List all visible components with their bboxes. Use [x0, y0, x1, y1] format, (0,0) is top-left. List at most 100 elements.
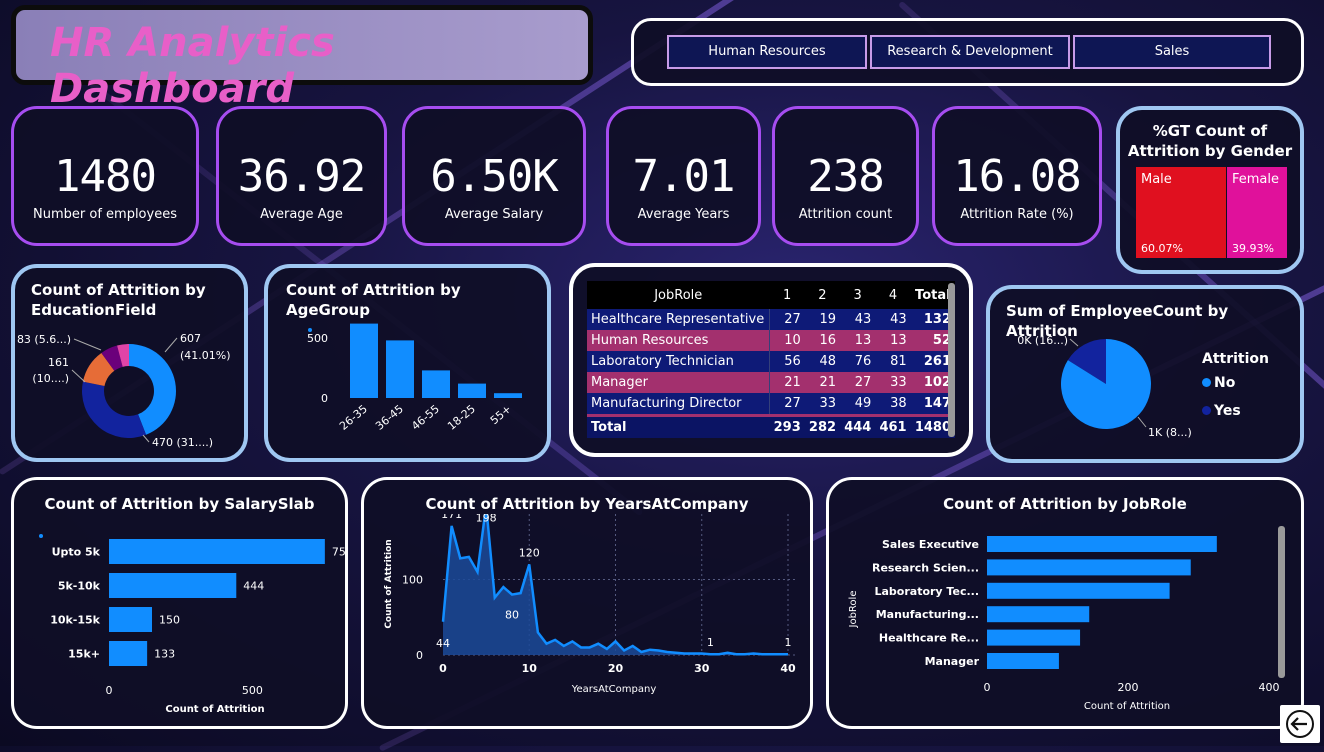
data-label: 120	[519, 546, 540, 559]
yearsatcompany-card: Count of Attrition by YearsAtCompany 0 10…	[361, 477, 813, 729]
y-tick-label: Research Scien...	[872, 561, 979, 574]
kpi-average-years: 7.01 Average Years	[606, 106, 761, 246]
salaryslab-card: Count of Attrition by SalarySlab 753 Upto…	[11, 477, 348, 729]
x-tick-label: 55+	[488, 402, 514, 427]
table-row[interactable]: Manager 21 21 27 33 102	[587, 372, 955, 393]
table-cell: 38	[890, 396, 907, 411]
legend-item-no[interactable]: No	[1202, 375, 1235, 391]
table-cell: 19	[819, 312, 837, 327]
gender-chart-title-line1: %GT Count of	[1152, 122, 1268, 140]
table-header[interactable]: 2	[805, 281, 840, 309]
table-cell: 13	[890, 333, 907, 348]
slice-label: 83 (5.6...)	[17, 333, 71, 346]
table-row[interactable]: Healthcare Representative 27 19 43 43 13…	[587, 309, 955, 330]
male-label: Male	[1141, 172, 1172, 187]
table-header[interactable]: 4	[875, 281, 910, 309]
data-label: 444	[243, 580, 264, 593]
department-slicer: Human Resources Research & Development S…	[631, 18, 1304, 86]
table-cell: 48	[819, 354, 837, 369]
bar	[350, 323, 378, 398]
table-cell: 33	[819, 396, 837, 411]
jobrole-table-card: JobRole 1 2 3 4 Total Healthcare Represe…	[569, 263, 973, 457]
table-row[interactable]: Human Resources 10 16 13 13 52	[587, 330, 955, 351]
y-tick-label: 15k+	[68, 648, 100, 661]
slicer-sales[interactable]: Sales	[1073, 35, 1271, 69]
kpi-attrition-rate: 16.08 Attrition Rate (%)	[932, 106, 1102, 246]
table-cell: 10	[768, 330, 805, 351]
kpi-average-salary: 6.50K Average Salary	[402, 106, 586, 246]
slice-label: (10....)	[32, 372, 69, 385]
years-area-chart: 0100200010203040441711988012011Count of …	[384, 514, 798, 695]
x-tick-label: 0	[106, 684, 113, 697]
bar	[494, 393, 522, 398]
leader-line	[1069, 338, 1079, 347]
leader-line	[142, 434, 150, 443]
x-tick-label: 26-35	[337, 402, 370, 433]
kpi-label: Number of employees	[33, 207, 177, 222]
table-cell: 27	[854, 375, 872, 390]
table-row[interactable]: Manufacturing Director 27 33 49 38 147	[587, 393, 955, 416]
salaryslab-chart-title: Count of Attrition by SalarySlab	[44, 495, 315, 513]
legend-label: No	[1214, 375, 1236, 391]
table-header[interactable]: 1	[769, 281, 804, 309]
legend-marker	[1202, 406, 1211, 415]
legend-item-yes[interactable]: Yes	[1202, 403, 1241, 419]
data-label: 1	[707, 636, 714, 649]
bar	[386, 340, 414, 398]
x-tick-label: 36-45	[373, 402, 406, 433]
gender-male-tile[interactable]: Male 60.07%	[1136, 167, 1226, 258]
table-cell: 76	[854, 354, 872, 369]
table-scrollbar[interactable]	[948, 283, 955, 437]
gender-female-tile[interactable]: Female 39.93%	[1227, 167, 1287, 258]
title-banner: HR Analytics Dashboard	[11, 5, 593, 112]
series-dot	[39, 534, 43, 538]
female-percent: 39.93%	[1232, 242, 1274, 255]
salaryslab-bar-chart: 753 Upto 5k 444 5k-10k 150 10k-15k 133 15k+ 0 500…	[39, 534, 345, 715]
legend-title: Attrition	[1202, 351, 1269, 367]
table-cell: 33	[890, 375, 907, 390]
legend-label: Yes	[1214, 403, 1241, 419]
data-label: 133	[154, 648, 175, 661]
y-tick-label: 10k-15k	[50, 614, 100, 627]
jobrole-chart-title: Count of Attrition by JobRole	[943, 495, 1187, 513]
slicer-human-resources[interactable]: Human Resources	[667, 35, 867, 69]
leader-line	[71, 369, 86, 383]
kpi-attrition-count: 238 Attrition count	[772, 106, 919, 246]
table-header[interactable]: 3	[840, 281, 875, 309]
table-cell: 43	[890, 312, 907, 327]
y-tick-label: Laboratory Tec...	[874, 585, 979, 598]
jobrole-table-viewport: JobRole 1 2 3 4 Total Healthcare Represe…	[587, 281, 955, 443]
x-tick-label: 18-25	[445, 402, 478, 433]
kpi-label: Attrition Rate (%)	[960, 207, 1074, 222]
back-button[interactable]	[1280, 705, 1320, 743]
leader-line	[73, 338, 102, 351]
x-tick-label: 46-55	[409, 402, 442, 433]
bar	[458, 383, 486, 398]
bar	[109, 607, 152, 632]
table-cell: 13	[854, 333, 872, 348]
data-label: 753	[332, 546, 345, 559]
slice-label: (41.01%)	[180, 349, 231, 362]
y-tick-label: Upto 5k	[52, 546, 101, 559]
table-cell: 444	[844, 420, 872, 435]
y-tick-label: 500	[307, 332, 328, 345]
table-cell: Manufacturing Director	[591, 396, 742, 411]
table-cell: Laboratory Technician	[591, 354, 734, 369]
slicer-research-development[interactable]: Research & Development	[870, 35, 1070, 69]
table-header[interactable]: JobRole	[587, 281, 769, 309]
chart-scrollbar[interactable]	[1278, 526, 1285, 678]
kpi-average-age: 36.92 Average Age	[216, 106, 387, 246]
slice-label: 470 (31....)	[152, 436, 213, 449]
table-total-row[interactable]: Total 293 282 444 461 1480	[587, 415, 955, 438]
x-tick-label: 0	[984, 681, 991, 694]
table-cell: 56	[768, 351, 805, 372]
data-label: 44	[436, 637, 450, 650]
kpi-label: Average Salary	[444, 207, 544, 222]
table-cell: 43	[854, 312, 872, 327]
table-row[interactable]: Laboratory Technician 56 48 76 81 261	[587, 351, 955, 372]
donut-slice	[82, 381, 147, 438]
table-cell: 27	[768, 309, 805, 330]
x-axis-title: Count of Attrition	[165, 704, 264, 715]
table-cell: Human Resources	[591, 333, 709, 348]
back-arrow-icon	[1286, 710, 1314, 738]
